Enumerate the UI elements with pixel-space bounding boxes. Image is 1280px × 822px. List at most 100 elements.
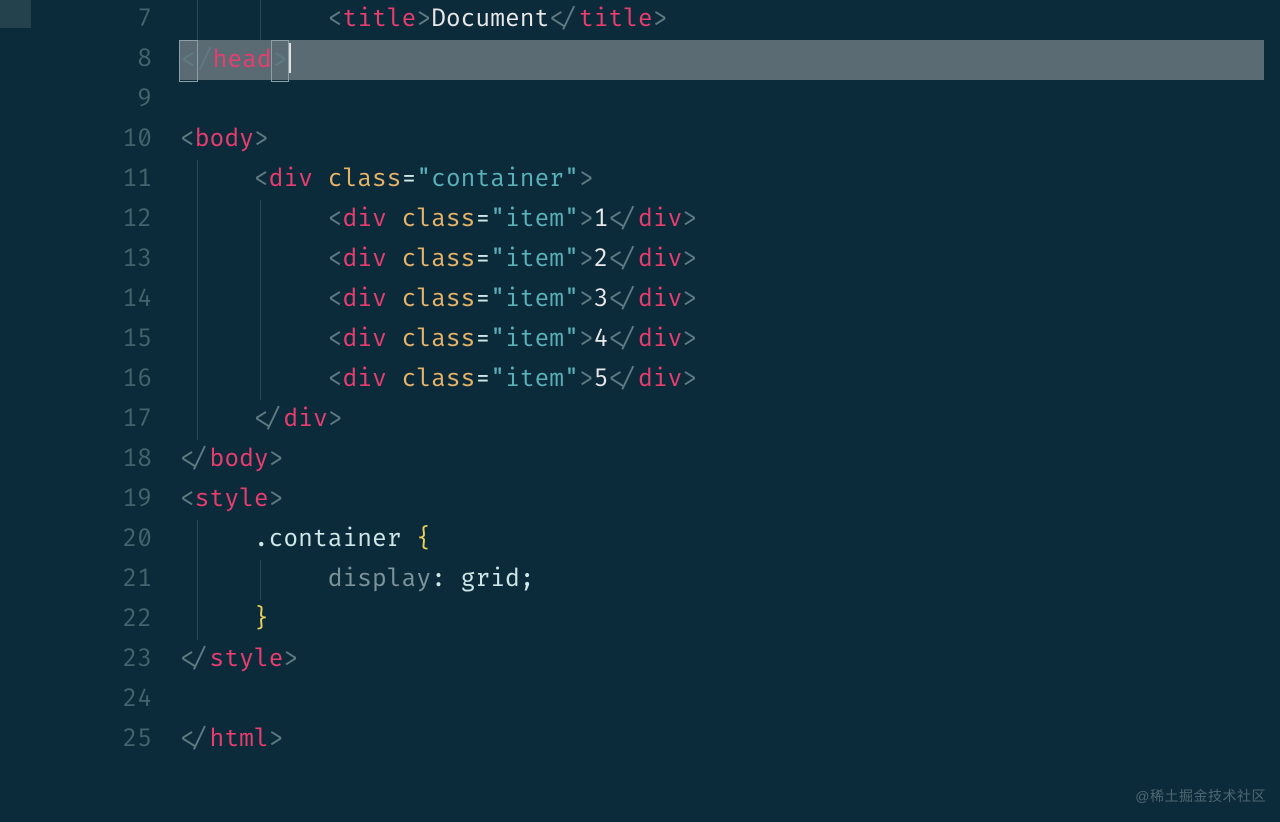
token-angle: > xyxy=(682,285,697,314)
token-punct: ; xyxy=(520,565,535,594)
token-angle: </ xyxy=(180,645,210,674)
line-content: <div class="item">4</div> xyxy=(180,325,697,354)
token-text xyxy=(387,365,402,394)
token-angle: < xyxy=(328,285,343,314)
token-angle: > xyxy=(682,365,697,394)
code-line[interactable]: </body> xyxy=(180,440,1280,480)
token-eq: = xyxy=(402,165,417,194)
token-eq: = xyxy=(475,365,490,394)
token-angle: < xyxy=(254,165,269,194)
token-angle: </ xyxy=(254,405,284,434)
token-num: 1 xyxy=(594,205,609,234)
token-brace: } xyxy=(254,605,269,634)
code-line[interactable]: <div class="item">1</div> xyxy=(180,200,1280,240)
token-tag: div xyxy=(342,205,386,234)
code-line[interactable]: <body> xyxy=(180,120,1280,160)
token-tag: div xyxy=(269,165,313,194)
token-tag: body xyxy=(210,445,269,474)
token-tag: div xyxy=(638,285,682,314)
code-line[interactable]: <div class="item">2</div> xyxy=(180,240,1280,280)
token-attr: class xyxy=(402,205,476,234)
code-line[interactable]: </html> xyxy=(180,720,1280,760)
line-number: 21 xyxy=(0,560,152,600)
code-line[interactable] xyxy=(180,680,1280,720)
code-line[interactable]: <div class="item">5</div> xyxy=(180,360,1280,400)
line-number: 20 xyxy=(0,520,152,560)
line-number: 23 xyxy=(0,640,152,680)
token-eq: = xyxy=(475,245,490,274)
token-angle: > xyxy=(269,445,284,474)
code-line[interactable]: <title>Document</title> xyxy=(180,0,1280,40)
token-str: "item" xyxy=(490,285,579,314)
token-angle: / xyxy=(198,46,213,75)
code-line[interactable]: <div class="container"> xyxy=(180,160,1280,200)
token-tag: style xyxy=(210,645,284,674)
line-content: <style> xyxy=(180,485,283,514)
line-number: 25 xyxy=(0,720,152,760)
token-attr: class xyxy=(328,165,402,194)
token-attr: class xyxy=(402,365,476,394)
token-tag: html xyxy=(210,725,269,754)
token-eq: = xyxy=(475,285,490,314)
token-angle: > xyxy=(269,485,284,514)
code-line[interactable]: </style> xyxy=(180,640,1280,680)
line-number: 17 xyxy=(0,400,152,440)
token-angle: </ xyxy=(549,5,579,34)
code-line[interactable]: display: grid; xyxy=(180,560,1280,600)
line-content: </head> xyxy=(180,46,291,75)
token-text xyxy=(387,285,402,314)
token-punct: : xyxy=(431,565,461,594)
code-line[interactable]: .container { xyxy=(180,520,1280,560)
token-text xyxy=(313,165,328,194)
token-eq: = xyxy=(475,325,490,354)
code-area[interactable]: <title>Document</title></head><body> <di… xyxy=(180,0,1280,822)
token-angle: > xyxy=(579,325,594,354)
token-num: 5 xyxy=(594,365,609,394)
code-line[interactable] xyxy=(180,80,1280,120)
token-angle: > xyxy=(283,645,298,674)
token-angle: < xyxy=(180,125,195,154)
line-number: 22 xyxy=(0,600,152,640)
code-line[interactable]: <div class="item">3</div> xyxy=(180,280,1280,320)
token-eq: = xyxy=(475,205,490,234)
line-number: 12 xyxy=(0,200,152,240)
token-angle: </ xyxy=(608,245,638,274)
token-angle: < xyxy=(328,325,343,354)
line-content: <div class="item">2</div> xyxy=(180,245,697,274)
token-tag: div xyxy=(638,325,682,354)
token-num: 4 xyxy=(594,325,609,354)
token-str: "item" xyxy=(490,205,579,234)
line-number: 8 xyxy=(0,40,152,80)
token-attr: class xyxy=(402,325,476,354)
token-str: "item" xyxy=(490,245,579,274)
code-line[interactable]: } xyxy=(180,600,1280,640)
code-line[interactable]: </div> xyxy=(180,400,1280,440)
token-angle: < xyxy=(180,485,195,514)
token-tag: div xyxy=(283,405,327,434)
token-angle: </ xyxy=(608,285,638,314)
code-line[interactable]: <style> xyxy=(180,480,1280,520)
token-tag: div xyxy=(638,245,682,274)
token-angle: > xyxy=(416,5,431,34)
token-angle: </ xyxy=(180,445,210,474)
token-tag: div xyxy=(638,205,682,234)
line-number: 15 xyxy=(0,320,152,360)
token-angle: > xyxy=(328,405,343,434)
token-angle: </ xyxy=(608,325,638,354)
line-number: 18 xyxy=(0,440,152,480)
token-brace: { xyxy=(416,525,431,554)
line-content: <div class="item">3</div> xyxy=(180,285,697,314)
line-content: </html> xyxy=(180,725,283,754)
token-angle: </ xyxy=(608,205,638,234)
token-text xyxy=(387,245,402,274)
line-content: <div class="item">1</div> xyxy=(180,205,697,234)
code-line[interactable]: </head> xyxy=(180,40,1280,80)
line-content: <div class="container"> xyxy=(180,165,594,194)
code-line[interactable]: <div class="item">4</div> xyxy=(180,320,1280,360)
line-content: display: grid; xyxy=(180,565,535,594)
text-cursor xyxy=(289,43,291,73)
line-content: .container { xyxy=(180,525,431,554)
token-str: "container" xyxy=(416,165,578,194)
code-editor[interactable]: 78910111213141516171819202122232425 <tit… xyxy=(0,0,1280,822)
token-text xyxy=(387,325,402,354)
